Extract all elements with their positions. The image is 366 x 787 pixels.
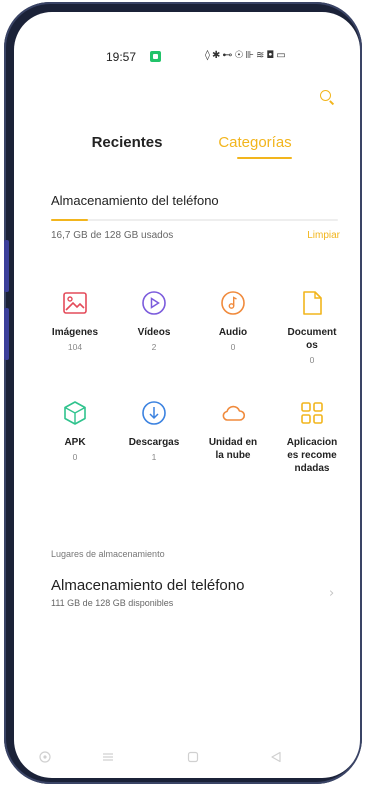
navigation-bar <box>14 750 360 770</box>
video-icon <box>142 291 166 315</box>
cloud-icon <box>222 405 246 421</box>
category-count: 1 <box>151 452 157 462</box>
apps-grid-icon <box>301 402 323 424</box>
screen: 19:57 ◊✱⊷☉⊪≋◘▭ Recientes Categorías Alma… <box>14 12 360 778</box>
category-videos[interactable]: Vídeos 2 <box>115 290 193 352</box>
category-audio[interactable]: Audio 0 <box>194 290 272 352</box>
category-count: 0 <box>230 342 236 352</box>
phone-storage-item[interactable]: Almacenamiento del teléfono 111 GB de 12… <box>51 577 341 617</box>
status-bar: 19:57 ◊✱⊷☉⊪≋◘▭ <box>14 50 360 66</box>
document-icon <box>303 291 322 315</box>
category-count: 0 <box>309 355 315 365</box>
category-label: APK <box>64 437 86 448</box>
image-icon <box>63 292 87 314</box>
circle-icon[interactable] <box>38 750 52 764</box>
apk-icon <box>64 401 86 425</box>
tab-bar: Recientes Categorías <box>14 134 360 170</box>
location-title: Almacenamiento del teléfono <box>51 577 245 594</box>
category-label: Document os <box>287 327 337 351</box>
category-label: Unidad en la nube <box>208 437 258 461</box>
category-apk[interactable]: APK 0 <box>36 400 114 462</box>
tab-recientes[interactable]: Recientes <box>72 134 182 151</box>
category-label: Imágenes <box>51 327 99 338</box>
storage-usage-text: 16,7 GB de 128 GB usados <box>51 230 174 241</box>
category-recommended-apps[interactable]: Aplicacion es recome ndadas <box>273 400 351 475</box>
active-tab-indicator <box>237 157 292 159</box>
category-count: 0 <box>72 452 78 462</box>
search-icon[interactable] <box>320 90 336 106</box>
storage-usage-bar <box>51 219 338 221</box>
category-label: Audio <box>218 327 248 338</box>
volume-up-button <box>4 240 9 292</box>
chevron-right-icon: › <box>329 586 335 601</box>
audio-icon <box>221 291 245 315</box>
phone-frame: 19:57 ◊✱⊷☉⊪≋◘▭ Recientes Categorías Alma… <box>4 2 362 784</box>
storage-title[interactable]: Almacenamiento del teléfono <box>51 193 219 208</box>
menu-icon[interactable] <box>101 750 115 764</box>
status-icons: ◊✱⊷☉⊪≋◘▭ <box>205 50 288 61</box>
home-square-icon[interactable] <box>186 750 200 764</box>
category-images[interactable]: Imágenes 104 <box>36 290 114 352</box>
storage-usage-fill <box>51 219 89 221</box>
storage-locations-heading: Lugares de almacenamiento <box>51 549 165 559</box>
category-count: 104 <box>67 342 83 352</box>
category-count: 2 <box>151 342 157 352</box>
category-documents[interactable]: Document os 0 <box>273 290 351 365</box>
category-cloud-drive[interactable]: Unidad en la nube <box>194 400 272 462</box>
category-downloads[interactable]: Descargas 1 <box>115 400 193 462</box>
notification-icon <box>150 51 161 62</box>
volume-down-button <box>4 308 9 360</box>
category-label: Vídeos <box>137 327 171 338</box>
category-label: Aplicacion es recome ndadas <box>286 437 338 474</box>
status-time: 19:57 <box>106 50 137 64</box>
tab-categorias[interactable]: Categorías <box>200 134 310 151</box>
location-subtitle: 111 GB de 128 GB disponibles <box>51 598 174 608</box>
clean-button[interactable]: Limpiar <box>307 230 340 241</box>
back-triangle-icon[interactable] <box>269 750 283 764</box>
category-label: Descargas <box>128 437 180 448</box>
download-icon <box>142 401 166 425</box>
